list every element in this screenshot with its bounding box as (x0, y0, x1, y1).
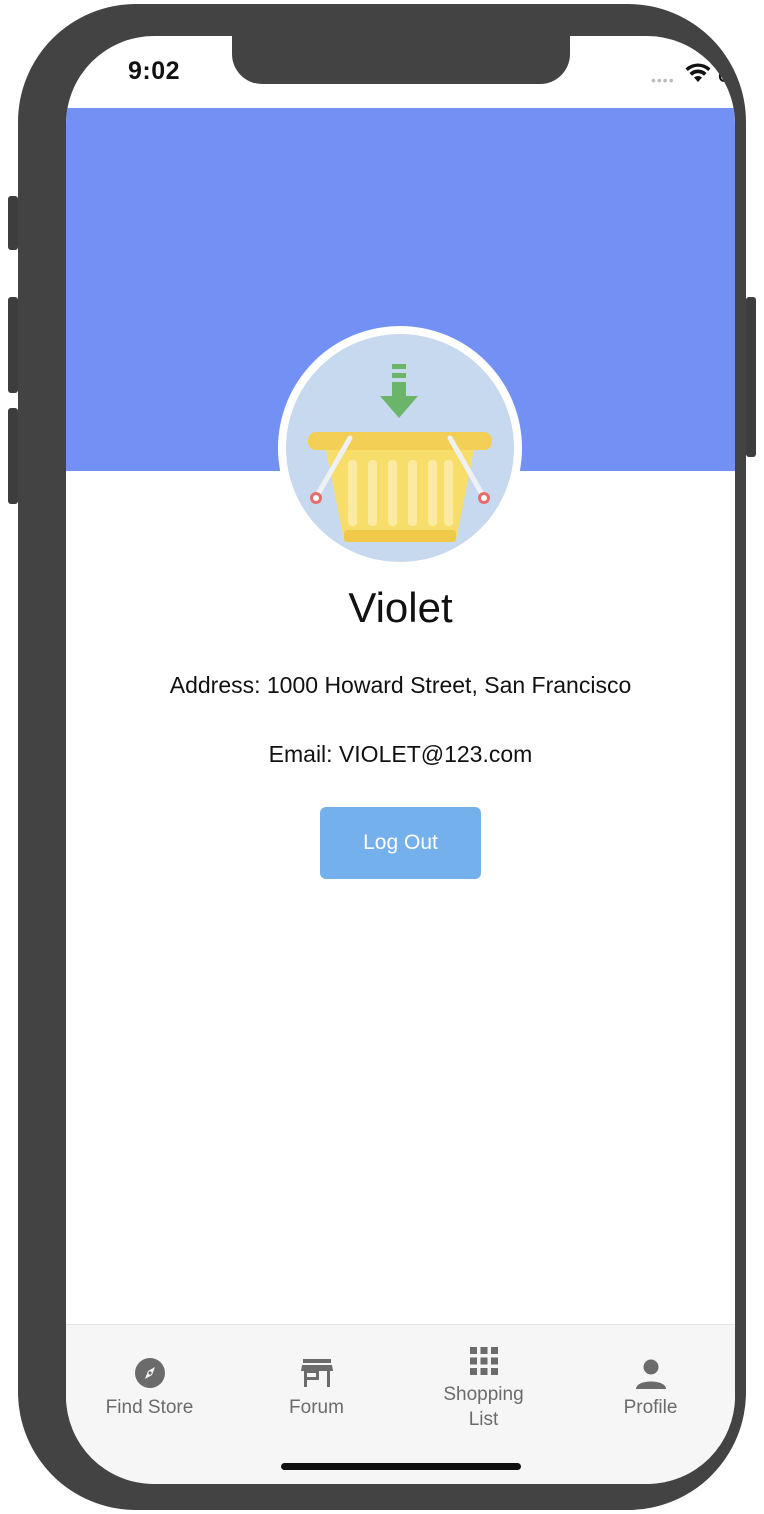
silent-switch (8, 196, 18, 250)
notch (232, 36, 570, 84)
tab-label-find-store: Find Store (105, 1397, 194, 1418)
tab-label-shopping-list: Shopping List (443, 1384, 524, 1430)
tab-shopping-list[interactable]: Shopping List (400, 1325, 567, 1455)
tab-find-store[interactable]: Find Store (66, 1325, 233, 1455)
shopping-basket-icon (308, 364, 492, 542)
bottom-tab-bar: Find Store Forum Shopping List Profile (66, 1324, 735, 1484)
avatar (278, 326, 522, 570)
power-button (746, 297, 756, 457)
status-time: 9:02 (128, 57, 181, 85)
person-icon (635, 1359, 666, 1389)
store-icon (300, 1359, 333, 1387)
tab-profile[interactable]: Profile (567, 1325, 734, 1455)
volume-up-button (8, 297, 18, 393)
wifi-icon (685, 63, 711, 82)
tab-forum[interactable]: Forum (233, 1325, 400, 1455)
volume-down-button (8, 408, 18, 504)
phone-frame: 9:02 •••• Violet Address: 1000 Howard St… (18, 4, 746, 1510)
grid-icon (469, 1347, 498, 1375)
battery-icon (719, 64, 735, 82)
avatar-image (286, 334, 514, 562)
tab-label-forum: Forum (289, 1397, 344, 1418)
screen: 9:02 •••• Violet Address: 1000 Howard St… (66, 36, 735, 1484)
signal-icon: •••• (651, 72, 675, 88)
compass-icon (134, 1358, 165, 1388)
profile-email: Email: VIOLET@123.com (268, 741, 533, 767)
tab-label-profile: Profile (623, 1397, 678, 1418)
profile-address: Address: 1000 Howard Street, San Francis… (169, 672, 632, 698)
home-indicator[interactable] (281, 1463, 521, 1470)
profile-name: Violet (348, 584, 453, 631)
logout-button[interactable]: Log Out (320, 807, 481, 879)
